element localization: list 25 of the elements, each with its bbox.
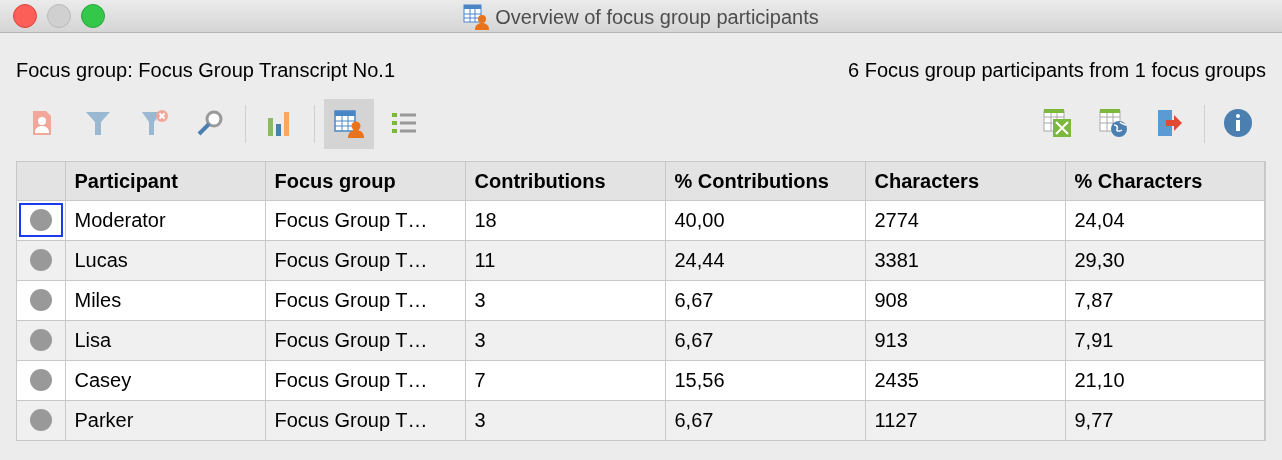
table-person-button[interactable] <box>324 99 374 149</box>
table-cell: 9,77 <box>1065 400 1265 440</box>
color-cell[interactable] <box>19 203 63 237</box>
column-header[interactable]: % Contributions <box>674 169 829 192</box>
table-cell: 6,67 <box>665 400 865 440</box>
table-cell: Parker <box>65 400 265 440</box>
table-cell: 1127 <box>865 400 1065 440</box>
column-header[interactable]: % Characters <box>1074 169 1203 192</box>
spreadsheet-icon <box>1042 108 1074 140</box>
table-cell: Focus Group T… <box>265 400 465 440</box>
column-header[interactable]: Characters <box>874 169 979 192</box>
column-header[interactable]: Focus group <box>274 169 396 192</box>
table-person-icon <box>463 3 490 30</box>
window-title: Overview of focus group participants <box>495 4 819 30</box>
column-header[interactable]: Contributions <box>474 169 606 192</box>
info-icon <box>1223 108 1255 140</box>
zoom-button[interactable] <box>81 4 105 28</box>
participant-summary: 6 Focus group participants from 1 focus groups <box>848 58 1266 83</box>
column-header[interactable]: Participant <box>74 169 178 192</box>
globe-table-icon <box>1098 108 1130 140</box>
close-button[interactable] <box>13 4 37 28</box>
table-cell: 3 <box>465 400 665 440</box>
table-person-icon <box>333 108 365 140</box>
minimize-button[interactable] <box>47 4 71 28</box>
focus-group-label: Focus group: Focus Group Transcript No.1 <box>16 58 396 83</box>
